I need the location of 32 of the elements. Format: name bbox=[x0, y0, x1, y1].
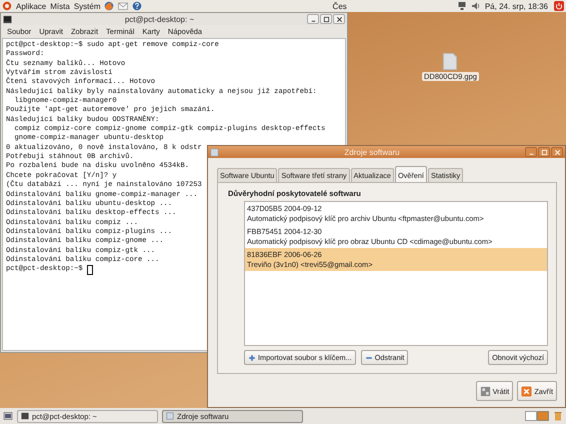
close-icon bbox=[554, 148, 560, 156]
window-title: pct@pct-desktop: ~ bbox=[124, 14, 196, 24]
mail-icon[interactable] bbox=[118, 1, 128, 11]
panel-menu[interactable]: Místa bbox=[50, 2, 70, 10]
revert-icon bbox=[480, 386, 491, 396]
close-icon bbox=[336, 16, 342, 22]
window-title: Zdroje softwaru bbox=[343, 148, 401, 156]
app-icon bbox=[166, 412, 174, 420]
show-desktop-icon[interactable] bbox=[3, 411, 13, 421]
browser-icon[interactable] bbox=[104, 1, 114, 11]
close-button[interactable] bbox=[333, 14, 345, 24]
maximize-icon bbox=[322, 16, 330, 22]
terminal-icon bbox=[3, 14, 12, 24]
logo-icon[interactable] bbox=[2, 1, 12, 11]
network-icon[interactable] bbox=[456, 1, 467, 11]
panel-menu[interactable]: Systém bbox=[74, 2, 100, 10]
volume-icon[interactable] bbox=[470, 1, 481, 11]
close-icon bbox=[521, 386, 532, 396]
panel-menu[interactable]: Aplikace bbox=[16, 2, 46, 10]
maximize-button[interactable] bbox=[320, 14, 332, 24]
trash-icon[interactable] bbox=[553, 411, 563, 421]
plus-icon bbox=[248, 354, 256, 362]
workspace-switcher-icon[interactable] bbox=[525, 411, 549, 421]
clock[interactable]: Pá, 24. srp, 18:36 bbox=[484, 2, 548, 10]
app-icon bbox=[210, 148, 219, 156]
keyboard-layout[interactable]: Čes bbox=[332, 2, 347, 10]
terminal-icon bbox=[21, 412, 29, 420]
help-icon[interactable] bbox=[132, 1, 142, 11]
text-cursor bbox=[86, 264, 93, 275]
maximize-icon bbox=[540, 148, 548, 156]
minimize-button[interactable] bbox=[525, 147, 537, 157]
power-icon[interactable] bbox=[554, 1, 564, 11]
